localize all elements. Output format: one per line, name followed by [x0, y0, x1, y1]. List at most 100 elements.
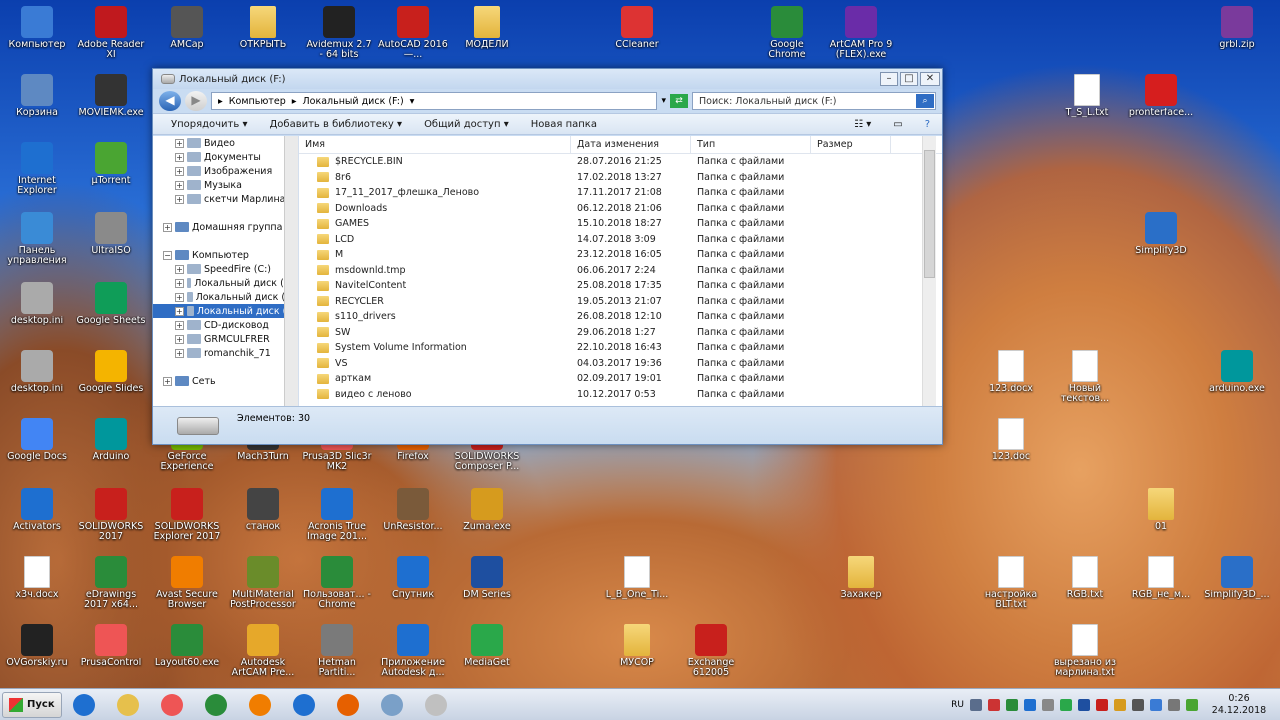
desktop-icon-tsl[interactable]: T_S_L.txt [1052, 74, 1122, 118]
nav-item[interactable]: + Локальный диск (E:) [153, 290, 298, 304]
nav-item[interactable]: + GRMCULFRER [153, 332, 298, 346]
desktop-icon-sw2017[interactable]: SOLIDWORKS 2017 [76, 488, 146, 542]
desktop-icon-stanok[interactable]: станок [228, 488, 298, 532]
desktop-icon-vyrezano[interactable]: вырезано из марлина.txt [1050, 624, 1120, 678]
nav-item[interactable]: − Компьютер [153, 248, 298, 262]
nav-item[interactable]: + Сеть [153, 374, 298, 388]
column-type[interactable]: Тип [691, 136, 811, 153]
expand-toggle-icon[interactable]: + [175, 166, 184, 176]
nav-item[interactable]: + Изображения [153, 164, 298, 178]
desktop-icon-hetman[interactable]: Hetman Partiti... [302, 624, 372, 678]
taskbar-app-6[interactable] [282, 692, 326, 718]
desktop-icon-adobe[interactable]: Adobe Reader XI [76, 6, 146, 60]
nav-item[interactable]: + скетчи Марлина [153, 192, 298, 206]
desktop-icon-utorrent[interactable]: µTorrent [76, 142, 146, 186]
tray-icon-2[interactable] [988, 698, 1000, 711]
tray-icon-6[interactable] [1060, 698, 1072, 711]
expand-toggle-icon[interactable]: + [175, 348, 184, 358]
desktop-icon-layout[interactable]: Layout60.exe [152, 624, 222, 668]
expand-toggle-icon[interactable]: + [175, 138, 184, 148]
file-row[interactable]: s110_drivers 26.08.2018 12:10 Папка с файл… [299, 309, 942, 325]
file-row[interactable]: 17_11_2017_флешка_Леново 17.11.2017 21:08… [299, 185, 942, 201]
desktop-icon-avast[interactable]: Avast Secure Browser [152, 556, 222, 610]
desktop-icon-sputnik[interactable]: Спутник [378, 556, 448, 600]
desktop-icon-doc123[interactable]: 123.doc [976, 418, 1046, 462]
start-button[interactable]: Пуск [2, 691, 62, 718]
desktop-icon-multimat[interactable]: MultiMaterial PostProcessor [228, 556, 298, 610]
nav-item[interactable]: + CD-дисковод [153, 318, 298, 332]
address-bar[interactable]: ▸ Компьютер ▸ Локальный диск (F:) ▾ [211, 92, 658, 110]
expand-toggle-icon[interactable]: + [175, 152, 184, 162]
desktop-icon-autocad[interactable]: AutoCAD 2016 —... [378, 6, 448, 60]
clock[interactable]: 0:26 24.12.2018 [1204, 693, 1274, 717]
tray-icon-11[interactable] [1150, 698, 1162, 711]
desktop-icon-korzina[interactable]: Корзина [2, 74, 72, 118]
desktop-icon-musor[interactable]: МУСОР [602, 624, 672, 668]
file-row[interactable]: NavitelContent 25.08.2018 17:35 Папка с фа… [299, 278, 942, 294]
close-button[interactable]: ✕ [920, 72, 940, 86]
expand-toggle-icon[interactable]: + [175, 194, 184, 204]
expand-toggle-icon[interactable]: + [175, 180, 184, 190]
breadcrumb-drive[interactable]: Локальный диск (F:) [303, 96, 404, 107]
desktop-icon-x3ch[interactable]: х3ч.docx [2, 556, 72, 600]
nav-item[interactable]: + Локальный диск (F:) [153, 304, 298, 318]
tray-icon-10[interactable] [1132, 698, 1144, 711]
column-name[interactable]: Имя [299, 136, 571, 153]
desktop-icon-ie[interactable]: Internet Explorer [2, 142, 72, 196]
desktop-icon-ovgorskiy[interactable]: OVGorskiy.ru [2, 624, 72, 668]
file-row[interactable]: GAMES 15.10.2018 18:27 Папка с файлами [299, 216, 942, 232]
desktop-icon-acronis[interactable]: Acronis True Image 201... [302, 488, 372, 542]
taskbar-app-3[interactable] [150, 692, 194, 718]
desktop-icon-modeli[interactable]: МОДЕЛИ [452, 6, 522, 50]
desktop-icon-nastroika[interactable]: настройка BLT.txt [976, 556, 1046, 610]
breadcrumb-computer[interactable]: Компьютер [229, 96, 286, 107]
tray-icon-7[interactable] [1078, 698, 1090, 711]
expand-toggle-icon[interactable]: + [175, 306, 184, 316]
desktop-icon-otkryt[interactable]: ОТКРЫТЬ [228, 6, 298, 50]
desktop-icon-exchange[interactable]: Exchange 612005 [676, 624, 746, 678]
expand-toggle-icon[interactable]: + [175, 278, 184, 288]
desktop-icon-artcam[interactable]: ArtCAM Pro 9 (FLEX).exe [826, 6, 896, 60]
nav-scrollbar[interactable] [284, 136, 298, 408]
nav-item[interactable]: + Локальный диск (D:) [153, 276, 298, 290]
scroll-thumb[interactable] [924, 150, 935, 278]
desktop-icon-chrome[interactable]: Google Chrome [752, 6, 822, 60]
nav-item[interactable]: + Музыка [153, 178, 298, 192]
desktop-icon-moviemk[interactable]: MOVIEMK.exe [76, 74, 146, 118]
desktop-icon-gsheets[interactable]: Google Sheets [76, 282, 146, 326]
desktop-icon-grbl[interactable]: grbl.zip [1202, 6, 1272, 50]
taskbar-app-2[interactable] [106, 692, 150, 718]
preview-pane-icon[interactable]: ▭ [893, 119, 902, 130]
desktop-icon-rgbne[interactable]: RGB_не_м... [1126, 556, 1196, 600]
desktop-icon-unresistor[interactable]: UnResistor... [378, 488, 448, 532]
file-scrollbar[interactable] [922, 136, 936, 408]
desktop-icon-swexplorer[interactable]: SOLIDWORKS Explorer 2017 [152, 488, 222, 542]
taskbar-app-5[interactable] [238, 692, 282, 718]
desktop-icon-mediaget[interactable]: MediaGet [452, 624, 522, 668]
nav-item[interactable]: + SpeedFire (C:) [153, 262, 298, 276]
desktop-icon-simplify[interactable]: Simplify3D [1126, 212, 1196, 256]
expand-toggle-icon[interactable]: + [175, 264, 184, 274]
tray-icon-1[interactable] [970, 698, 982, 711]
desktop-icon-rgb[interactable]: RGB.txt [1050, 556, 1120, 600]
desktop-icon-zuma[interactable]: Zuma.exe [452, 488, 522, 532]
desktop-icon-prilozhenie[interactable]: Приложение Autodesk д... [378, 624, 448, 678]
forward-button[interactable]: ▶ [185, 91, 207, 111]
file-row[interactable]: LCD 14.07.2018 3:09 Папка с файлами [299, 232, 942, 248]
column-size[interactable]: Размер [811, 136, 891, 153]
add-to-library-button[interactable]: Добавить в библиотеку ▾ [269, 119, 402, 130]
taskbar-app-8[interactable] [370, 692, 414, 718]
view-options-icon[interactable]: ☷ ▾ [854, 119, 871, 130]
help-icon[interactable]: ? [925, 119, 930, 130]
file-row[interactable]: System Volume Information 22.10.2018 16:4… [299, 340, 942, 356]
desktop-icon-polz[interactable]: Пользоват... - Chrome [302, 556, 372, 610]
nav-item[interactable]: + Документы [153, 150, 298, 164]
tray-icon-9[interactable] [1114, 698, 1126, 711]
desktop-icon-mp3[interactable]: L_B_One_Ti... [602, 556, 672, 600]
desktop-icon-panel[interactable]: Панель управления [2, 212, 72, 266]
taskbar-app-7[interactable] [326, 692, 370, 718]
refresh-icon[interactable]: ⇄ [670, 94, 688, 108]
nav-item[interactable]: + romanchik_71 [153, 346, 298, 360]
organize-button[interactable]: Упорядочить ▾ [171, 119, 247, 130]
file-row[interactable]: Downloads 06.12.2018 21:06 Папка с файлами [299, 201, 942, 217]
